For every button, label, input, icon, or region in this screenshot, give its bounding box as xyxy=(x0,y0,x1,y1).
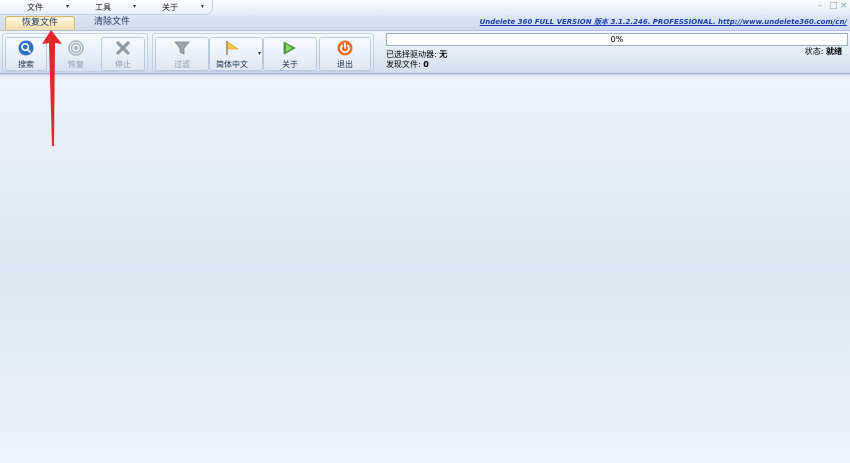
about-icon xyxy=(282,40,298,56)
language-flag-icon xyxy=(224,40,240,56)
status-label: 状态: xyxy=(804,47,824,56)
filter-label: 过滤 xyxy=(174,60,190,69)
menu-tools-caret-icon[interactable]: ▾ xyxy=(133,3,136,10)
toolbar-group-tools: 过滤 简体中文 ▾ 关于 退出 xyxy=(152,33,374,72)
found-files-value: 0 xyxy=(423,60,429,69)
tab-recover-files[interactable]: 恢复文件 xyxy=(5,16,75,30)
stop-button[interactable]: 停止 xyxy=(101,37,145,71)
menu-file-caret-icon[interactable]: ▾ xyxy=(66,3,69,10)
menu-strip: 文件 ▾ 工具 ▾ 关于 ▾ xyxy=(0,0,213,15)
stop-label: 停止 xyxy=(115,60,131,69)
stop-icon xyxy=(115,40,131,56)
status-value: 就绪 xyxy=(826,47,842,56)
menu-about[interactable]: 关于 xyxy=(162,2,178,13)
menu-about-caret-icon[interactable]: ▾ xyxy=(201,3,204,10)
found-files-label: 发现文件: xyxy=(386,60,421,69)
minimize-button[interactable]: – xyxy=(818,1,823,11)
toolbar-group-actions: 搜索 恢复 停止 xyxy=(2,33,148,72)
menu-bar: 文件 ▾ 工具 ▾ 关于 ▾ – □ × xyxy=(0,0,850,16)
status-indicator: 状态: 就绪 xyxy=(805,46,842,57)
filter-icon xyxy=(174,40,190,56)
language-label: 简体中文 xyxy=(216,60,248,69)
restore-button[interactable]: □ xyxy=(829,1,838,11)
exit-button[interactable]: 退出 xyxy=(319,37,371,71)
selected-drive-label: 已选择驱动器: xyxy=(386,50,437,59)
recover-icon xyxy=(68,40,84,56)
tab-wipe-files[interactable]: 清除文件 xyxy=(80,16,144,29)
search-icon xyxy=(18,40,34,56)
menu-tools[interactable]: 工具 xyxy=(95,2,111,13)
progress-bar: 0% xyxy=(386,33,848,46)
file-list-area[interactable] xyxy=(0,77,850,463)
filter-button[interactable]: 过滤 xyxy=(155,37,209,71)
annotation-arrow-icon xyxy=(42,30,62,146)
language-button[interactable]: 简体中文 ▾ xyxy=(209,37,263,71)
exit-icon xyxy=(337,40,353,56)
language-caret-icon[interactable]: ▾ xyxy=(258,50,261,57)
close-button[interactable]: × xyxy=(840,1,848,11)
about-button[interactable]: 关于 xyxy=(263,37,317,71)
progress-text: 0% xyxy=(610,35,624,44)
selected-drive-value: 无 xyxy=(439,50,448,59)
found-files-line: 发现文件: 0 xyxy=(386,59,429,70)
exit-label: 退出 xyxy=(337,60,353,69)
version-link[interactable]: Undelete 360 FULL VERSION 版本 3.1.2.246. … xyxy=(480,17,847,27)
tab-bar: 恢复文件 清除文件 Undelete 360 FULL VERSION 版本 3… xyxy=(0,15,850,31)
menu-file[interactable]: 文件 xyxy=(27,2,43,13)
about-label: 关于 xyxy=(282,60,298,69)
